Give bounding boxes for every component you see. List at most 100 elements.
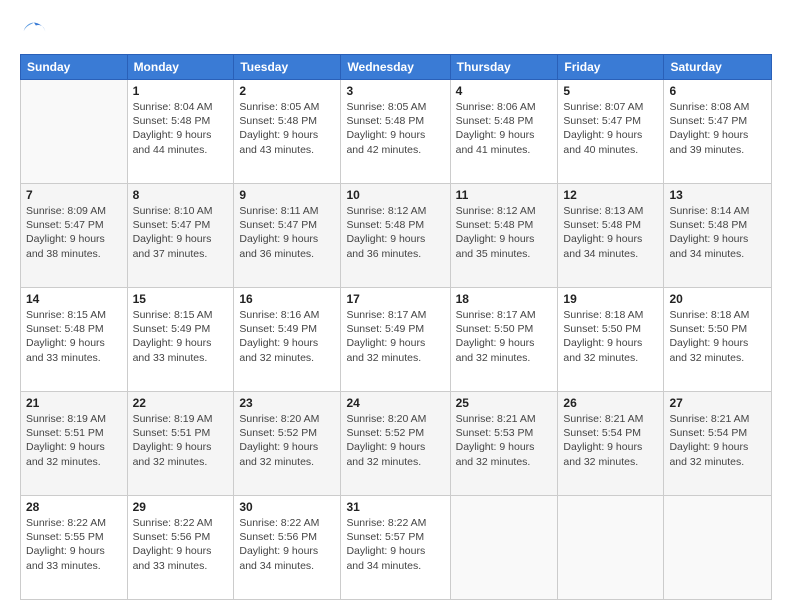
day-info: Sunrise: 8:15 AM Sunset: 5:49 PM Dayligh…	[133, 308, 229, 365]
day-number: 3	[346, 84, 444, 98]
calendar-cell: 15 Sunrise: 8:15 AM Sunset: 5:49 PM Dayli…	[127, 288, 234, 392]
day-info: Sunrise: 8:14 AM Sunset: 5:48 PM Dayligh…	[669, 204, 766, 261]
calendar-cell: 20 Sunrise: 8:18 AM Sunset: 5:50 PM Dayli…	[664, 288, 772, 392]
day-info: Sunrise: 8:12 AM Sunset: 5:48 PM Dayligh…	[456, 204, 553, 261]
calendar-cell: 4 Sunrise: 8:06 AM Sunset: 5:48 PM Daylig…	[450, 80, 558, 184]
day-number: 27	[669, 396, 766, 410]
day-info: Sunrise: 8:22 AM Sunset: 5:55 PM Dayligh…	[26, 516, 122, 573]
day-info: Sunrise: 8:17 AM Sunset: 5:50 PM Dayligh…	[456, 308, 553, 365]
day-number: 1	[133, 84, 229, 98]
day-number: 7	[26, 188, 122, 202]
weekday-header-row: SundayMondayTuesdayWednesdayThursdayFrid…	[21, 55, 772, 80]
calendar-cell: 14Sunrise: 8:15 AM Sunset: 5:48 PM Dayli…	[21, 288, 128, 392]
calendar-cell: 23 Sunrise: 8:20 AM Sunset: 5:52 PM Dayli…	[234, 392, 341, 496]
calendar-cell: 12 Sunrise: 8:13 AM Sunset: 5:48 PM Dayli…	[558, 184, 664, 288]
calendar-cell: 28 Sunrise: 8:22 AM Sunset: 5:55 PM Dayli…	[21, 496, 128, 600]
day-number: 23	[239, 396, 335, 410]
day-info: Sunrise: 8:18 AM Sunset: 5:50 PM Dayligh…	[563, 308, 658, 365]
day-number: 25	[456, 396, 553, 410]
day-info: Sunrise: 8:20 AM Sunset: 5:52 PM Dayligh…	[239, 412, 335, 469]
calendar-cell: 10Sunrise: 8:12 AM Sunset: 5:48 PM Dayli…	[341, 184, 450, 288]
calendar-week-row: 7 Sunrise: 8:09 AM Sunset: 5:47 PM Daylig…	[21, 184, 772, 288]
calendar-cell	[664, 496, 772, 600]
day-info: Sunrise: 8:06 AM Sunset: 5:48 PM Dayligh…	[456, 100, 553, 157]
day-info: Sunrise: 8:11 AM Sunset: 5:47 PM Dayligh…	[239, 204, 335, 261]
day-number: 31	[346, 500, 444, 514]
day-number: 12	[563, 188, 658, 202]
day-info: Sunrise: 8:22 AM Sunset: 5:56 PM Dayligh…	[133, 516, 229, 573]
day-info: Sunrise: 8:04 AM Sunset: 5:48 PM Dayligh…	[133, 100, 229, 157]
calendar-cell: 5 Sunrise: 8:07 AM Sunset: 5:47 PM Daylig…	[558, 80, 664, 184]
calendar-cell: 7 Sunrise: 8:09 AM Sunset: 5:47 PM Daylig…	[21, 184, 128, 288]
calendar-cell	[558, 496, 664, 600]
day-number: 4	[456, 84, 553, 98]
calendar-cell: 27Sunrise: 8:21 AM Sunset: 5:54 PM Dayli…	[664, 392, 772, 496]
page: SundayMondayTuesdayWednesdayThursdayFrid…	[0, 0, 792, 612]
calendar-cell: 19 Sunrise: 8:18 AM Sunset: 5:50 PM Dayli…	[558, 288, 664, 392]
day-info: Sunrise: 8:08 AM Sunset: 5:47 PM Dayligh…	[669, 100, 766, 157]
day-number: 22	[133, 396, 229, 410]
calendar-cell: 16Sunrise: 8:16 AM Sunset: 5:49 PM Dayli…	[234, 288, 341, 392]
day-number: 19	[563, 292, 658, 306]
day-number: 17	[346, 292, 444, 306]
day-number: 6	[669, 84, 766, 98]
calendar-week-row: 28 Sunrise: 8:22 AM Sunset: 5:55 PM Dayli…	[21, 496, 772, 600]
calendar-cell: 29 Sunrise: 8:22 AM Sunset: 5:56 PM Dayli…	[127, 496, 234, 600]
weekday-header-friday: Friday	[558, 55, 664, 80]
day-number: 8	[133, 188, 229, 202]
day-info: Sunrise: 8:17 AM Sunset: 5:49 PM Dayligh…	[346, 308, 444, 365]
header	[20, 18, 772, 46]
calendar-cell	[450, 496, 558, 600]
calendar-cell: 13 Sunrise: 8:14 AM Sunset: 5:48 PM Dayli…	[664, 184, 772, 288]
calendar-cell: 8Sunrise: 8:10 AM Sunset: 5:47 PM Daylig…	[127, 184, 234, 288]
calendar-cell: 17 Sunrise: 8:17 AM Sunset: 5:49 PM Dayli…	[341, 288, 450, 392]
day-number: 5	[563, 84, 658, 98]
day-info: Sunrise: 8:21 AM Sunset: 5:53 PM Dayligh…	[456, 412, 553, 469]
day-info: Sunrise: 8:18 AM Sunset: 5:50 PM Dayligh…	[669, 308, 766, 365]
day-number: 30	[239, 500, 335, 514]
calendar-cell: 6 Sunrise: 8:08 AM Sunset: 5:47 PM Daylig…	[664, 80, 772, 184]
calendar-cell: 18Sunrise: 8:17 AM Sunset: 5:50 PM Dayli…	[450, 288, 558, 392]
weekday-header-wednesday: Wednesday	[341, 55, 450, 80]
day-number: 20	[669, 292, 766, 306]
day-info: Sunrise: 8:07 AM Sunset: 5:47 PM Dayligh…	[563, 100, 658, 157]
calendar-cell: 24 Sunrise: 8:20 AM Sunset: 5:52 PM Dayli…	[341, 392, 450, 496]
day-info: Sunrise: 8:20 AM Sunset: 5:52 PM Dayligh…	[346, 412, 444, 469]
calendar-week-row: 1 Sunrise: 8:04 AM Sunset: 5:48 PM Daylig…	[21, 80, 772, 184]
day-number: 13	[669, 188, 766, 202]
logo-icon	[20, 18, 48, 46]
day-info: Sunrise: 8:12 AM Sunset: 5:48 PM Dayligh…	[346, 204, 444, 261]
day-info: Sunrise: 8:05 AM Sunset: 5:48 PM Dayligh…	[239, 100, 335, 157]
calendar-cell: 2 Sunrise: 8:05 AM Sunset: 5:48 PM Daylig…	[234, 80, 341, 184]
calendar-week-row: 21 Sunrise: 8:19 AM Sunset: 5:51 PM Dayli…	[21, 392, 772, 496]
day-number: 15	[133, 292, 229, 306]
calendar-week-row: 14Sunrise: 8:15 AM Sunset: 5:48 PM Dayli…	[21, 288, 772, 392]
calendar-cell: 9Sunrise: 8:11 AM Sunset: 5:47 PM Daylig…	[234, 184, 341, 288]
day-number: 29	[133, 500, 229, 514]
day-info: Sunrise: 8:21 AM Sunset: 5:54 PM Dayligh…	[563, 412, 658, 469]
day-number: 14	[26, 292, 122, 306]
day-info: Sunrise: 8:19 AM Sunset: 5:51 PM Dayligh…	[26, 412, 122, 469]
calendar-cell: 22 Sunrise: 8:19 AM Sunset: 5:51 PM Dayli…	[127, 392, 234, 496]
day-info: Sunrise: 8:22 AM Sunset: 5:57 PM Dayligh…	[346, 516, 444, 573]
weekday-header-tuesday: Tuesday	[234, 55, 341, 80]
day-number: 28	[26, 500, 122, 514]
day-info: Sunrise: 8:05 AM Sunset: 5:48 PM Dayligh…	[346, 100, 444, 157]
day-info: Sunrise: 8:19 AM Sunset: 5:51 PM Dayligh…	[133, 412, 229, 469]
day-number: 21	[26, 396, 122, 410]
calendar-cell: 1 Sunrise: 8:04 AM Sunset: 5:48 PM Daylig…	[127, 80, 234, 184]
logo	[20, 18, 52, 46]
calendar-cell: 30Sunrise: 8:22 AM Sunset: 5:56 PM Dayli…	[234, 496, 341, 600]
day-info: Sunrise: 8:13 AM Sunset: 5:48 PM Dayligh…	[563, 204, 658, 261]
calendar-table: SundayMondayTuesdayWednesdayThursdayFrid…	[20, 54, 772, 600]
calendar-cell: 11Sunrise: 8:12 AM Sunset: 5:48 PM Dayli…	[450, 184, 558, 288]
weekday-header-saturday: Saturday	[664, 55, 772, 80]
day-number: 2	[239, 84, 335, 98]
calendar-cell	[21, 80, 128, 184]
day-number: 24	[346, 396, 444, 410]
weekday-header-monday: Monday	[127, 55, 234, 80]
calendar-cell: 3 Sunrise: 8:05 AM Sunset: 5:48 PM Daylig…	[341, 80, 450, 184]
day-info: Sunrise: 8:16 AM Sunset: 5:49 PM Dayligh…	[239, 308, 335, 365]
day-info: Sunrise: 8:09 AM Sunset: 5:47 PM Dayligh…	[26, 204, 122, 261]
calendar-cell: 25 Sunrise: 8:21 AM Sunset: 5:53 PM Dayli…	[450, 392, 558, 496]
